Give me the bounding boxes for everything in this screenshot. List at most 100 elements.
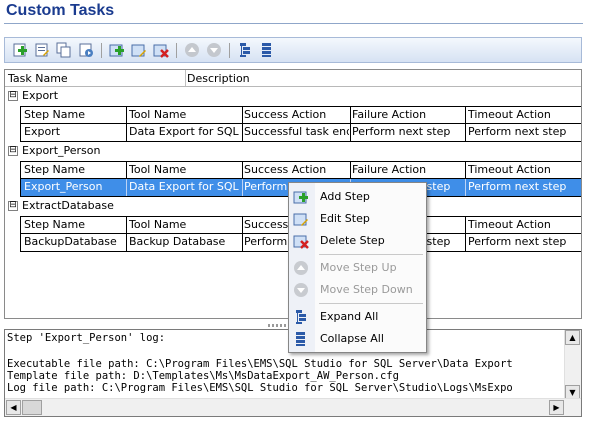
menu-item-label: Expand All bbox=[320, 310, 379, 323]
column-divider bbox=[465, 234, 466, 251]
column-header-task-name[interactable]: Task Name bbox=[8, 72, 68, 85]
menu-item-label: Collapse All bbox=[320, 332, 384, 345]
collapse-all-icon[interactable] bbox=[259, 42, 275, 58]
steps-header: Step Name Tool Name Success Action Failu… bbox=[21, 107, 581, 124]
collapse-all-icon bbox=[293, 331, 309, 347]
column-header-timeout-action[interactable]: Timeout Action bbox=[468, 108, 578, 121]
column-divider bbox=[126, 162, 127, 178]
menu-item-edit-step[interactable]: Edit Step bbox=[289, 208, 426, 230]
toolbar bbox=[4, 37, 582, 63]
move-up-icon[interactable] bbox=[184, 42, 200, 58]
column-divider bbox=[465, 162, 466, 178]
title-divider bbox=[4, 23, 583, 24]
column-divider bbox=[242, 107, 243, 123]
menu-item-move-step-up: Move Step Up bbox=[289, 257, 426, 279]
column-header-success-action[interactable]: Success Action bbox=[244, 108, 349, 121]
steps-header: Step Name Tool Name Success Action Failu… bbox=[21, 162, 581, 179]
scroll-left-icon[interactable]: ◀ bbox=[6, 400, 21, 415]
log-line: Template file path: D:\Templates\Ms\MsDa… bbox=[7, 370, 399, 382]
menu-item-label: Edit Step bbox=[320, 212, 370, 225]
log-line: Step 'Export_Person' log: bbox=[7, 332, 166, 344]
column-header-timeout-action[interactable]: Timeout Action bbox=[468, 163, 578, 176]
page-title: Custom Tasks bbox=[6, 2, 115, 19]
column-header-timeout-action[interactable]: Timeout Action bbox=[468, 218, 578, 231]
add-step-icon bbox=[293, 189, 309, 205]
collapse-toggle-icon[interactable]: ⊟ bbox=[8, 146, 18, 156]
column-divider bbox=[465, 124, 466, 141]
column-divider bbox=[126, 124, 127, 141]
collapse-toggle-icon[interactable]: ⊟ bbox=[8, 201, 18, 211]
menu-separator bbox=[319, 254, 423, 255]
timeout-action-cell: Perform next step bbox=[468, 180, 567, 193]
column-header-tool-name[interactable]: Tool Name bbox=[129, 108, 241, 121]
menu-item-label: Add Step bbox=[320, 190, 370, 203]
step-row[interactable]: Export Data Export for SQL Se Successful… bbox=[21, 124, 581, 141]
step-name-cell: BackupDatabase bbox=[24, 235, 117, 248]
tool-name-cell: Data Export for SQL Se bbox=[129, 125, 241, 138]
menu-item-label: Delete Step bbox=[320, 234, 385, 247]
column-divider bbox=[242, 217, 243, 233]
scroll-thumb[interactable] bbox=[22, 400, 42, 415]
column-header-failure-action[interactable]: Failure Action bbox=[352, 108, 464, 121]
expand-all-icon[interactable] bbox=[237, 42, 253, 58]
column-divider bbox=[126, 107, 127, 123]
delete-step-icon bbox=[293, 233, 309, 249]
column-divider bbox=[242, 162, 243, 178]
task-row-export-person[interactable]: ⊟ Export_Person bbox=[5, 143, 581, 160]
copy-task-icon[interactable] bbox=[56, 42, 72, 58]
scroll-right-icon[interactable]: ▶ bbox=[549, 400, 564, 415]
move-down-icon bbox=[293, 282, 309, 298]
task-row-export[interactable]: ⊟ Export bbox=[5, 88, 581, 105]
menu-item-collapse-all[interactable]: Collapse All bbox=[289, 328, 426, 350]
scroll-up-icon[interactable]: ▲ bbox=[565, 330, 580, 345]
menu-separator bbox=[319, 303, 423, 304]
menu-item-label: Move Step Down bbox=[320, 283, 413, 296]
log-line: Executable file path: C:\Program Files\E… bbox=[7, 358, 513, 370]
column-divider bbox=[350, 107, 351, 123]
step-name-cell: Export bbox=[24, 125, 61, 138]
task-name: ExtractDatabase bbox=[22, 199, 114, 212]
collapse-toggle-icon[interactable]: ⊟ bbox=[8, 91, 18, 101]
menu-item-move-step-down: Move Step Down bbox=[289, 279, 426, 301]
menu-item-label: Move Step Up bbox=[320, 261, 397, 274]
column-divider bbox=[185, 70, 186, 86]
toolbar-separator bbox=[176, 43, 177, 58]
failure-action-cell: Perform next step bbox=[352, 125, 451, 138]
column-header-tool-name[interactable]: Tool Name bbox=[129, 163, 241, 176]
steps-table-export: Step Name Tool Name Success Action Failu… bbox=[20, 106, 581, 142]
column-divider bbox=[465, 179, 466, 196]
vertical-scrollbar[interactable]: ▲ ▼ bbox=[564, 330, 581, 400]
column-divider bbox=[126, 217, 127, 233]
task-name: Export_Person bbox=[22, 144, 101, 157]
log-line: Log file path: C:\Program Files\EMS\SQL … bbox=[7, 382, 513, 394]
edit-task-icon[interactable] bbox=[34, 42, 50, 58]
add-step-icon[interactable] bbox=[109, 42, 125, 58]
timeout-action-cell: Perform next step bbox=[468, 235, 567, 248]
edit-step-icon bbox=[293, 211, 309, 227]
menu-item-add-step[interactable]: Add Step bbox=[289, 186, 426, 208]
delete-step-icon[interactable] bbox=[153, 42, 169, 58]
timeout-action-cell: Perform next step bbox=[468, 125, 567, 138]
success-action-cell: Successful task endir bbox=[244, 125, 349, 138]
run-task-icon[interactable] bbox=[78, 42, 94, 58]
column-header-tool-name[interactable]: Tool Name bbox=[129, 218, 241, 231]
horizontal-scrollbar[interactable]: ◀ ▶ bbox=[5, 398, 581, 416]
move-down-icon[interactable] bbox=[206, 42, 222, 58]
menu-item-expand-all[interactable]: Expand All bbox=[289, 306, 426, 328]
move-up-icon bbox=[293, 260, 309, 276]
toolbar-separator bbox=[229, 43, 230, 58]
column-divider bbox=[242, 234, 243, 251]
edit-step-icon[interactable] bbox=[131, 42, 147, 58]
menu-item-delete-step[interactable]: Delete Step bbox=[289, 230, 426, 252]
column-header-description[interactable]: Description bbox=[187, 72, 250, 85]
column-divider bbox=[465, 107, 466, 123]
column-header-failure-action[interactable]: Failure Action bbox=[352, 163, 464, 176]
column-header-step-name[interactable]: Step Name bbox=[24, 108, 124, 121]
column-header-step-name[interactable]: Step Name bbox=[24, 163, 124, 176]
column-divider bbox=[126, 234, 127, 251]
task-name: Export bbox=[22, 89, 59, 102]
column-header-success-action[interactable]: Success Action bbox=[244, 163, 349, 176]
column-header-step-name[interactable]: Step Name bbox=[24, 218, 124, 231]
add-task-icon[interactable] bbox=[12, 42, 28, 58]
column-divider bbox=[350, 124, 351, 141]
